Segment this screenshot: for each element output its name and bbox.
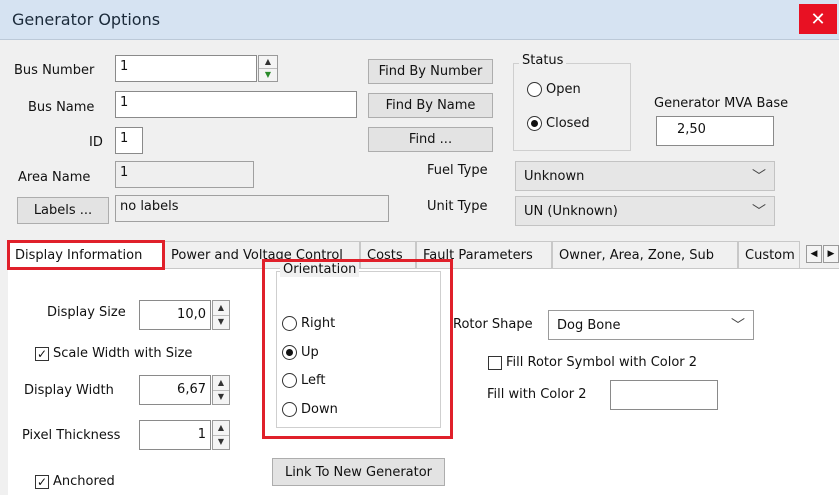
find-by-name-button[interactable]: Find By Name bbox=[368, 93, 493, 118]
tab-owner-area-zone-sub[interactable]: Owner, Area, Zone, Sub bbox=[552, 241, 738, 269]
display-size-field[interactable]: 10,0 bbox=[139, 300, 211, 330]
radio-left[interactable] bbox=[282, 373, 297, 388]
fuel-type-label: Fuel Type bbox=[427, 163, 488, 178]
id-label: ID bbox=[89, 135, 103, 150]
fill-rotor-checkbox[interactable] bbox=[488, 355, 502, 370]
anchored-checkbox[interactable]: ✓ bbox=[35, 474, 49, 489]
orientation-up-option[interactable]: Up bbox=[282, 345, 319, 360]
pixel-thickness-stepper[interactable]: ▲ ▼ bbox=[212, 420, 230, 450]
arrow-up-icon[interactable]: ▲ bbox=[213, 301, 229, 315]
arrow-down-icon[interactable]: ▼ bbox=[213, 314, 229, 330]
radio-up[interactable] bbox=[282, 345, 297, 360]
unit-type-value: UN (Unknown) bbox=[524, 203, 618, 219]
scale-width-checkbox[interactable]: ✓ bbox=[35, 346, 49, 361]
tab-scroll-right-icon[interactable]: ▶ bbox=[823, 245, 839, 263]
chevron-down-icon: ﹀ bbox=[752, 169, 766, 185]
fuel-type-value: Unknown bbox=[524, 168, 585, 184]
fill-color2-swatch[interactable] bbox=[610, 380, 718, 410]
arrow-down-icon[interactable]: ▼ bbox=[213, 434, 229, 450]
tab-scroll-left-icon[interactable]: ◀ bbox=[806, 245, 822, 263]
chevron-down-icon: ﹀ bbox=[752, 204, 766, 220]
unit-type-label: Unit Type bbox=[427, 199, 488, 214]
display-width-label: Display Width bbox=[24, 383, 114, 398]
link-new-generator-button[interactable]: Link To New Generator bbox=[272, 458, 445, 486]
arrow-up-icon[interactable]: ▲ bbox=[213, 421, 229, 435]
id-field[interactable]: 1 bbox=[115, 127, 143, 154]
status-caption: Status bbox=[519, 53, 567, 68]
orientation-down-label: Down bbox=[301, 402, 338, 417]
area-name-field: 1 bbox=[115, 161, 254, 188]
radio-down[interactable] bbox=[282, 402, 297, 417]
find-button[interactable]: Find ... bbox=[368, 127, 493, 152]
display-width-stepper[interactable]: ▲ ▼ bbox=[212, 375, 230, 405]
scale-width-option[interactable]: ✓ Scale Width with Size bbox=[35, 346, 192, 361]
labels-button[interactable]: Labels ... bbox=[17, 197, 109, 224]
window-title: Generator Options bbox=[12, 10, 161, 29]
display-size-stepper[interactable]: ▲ ▼ bbox=[212, 300, 230, 330]
arrow-down-icon[interactable]: ▼ bbox=[259, 68, 277, 81]
bus-number-label: Bus Number bbox=[14, 63, 95, 78]
pixel-thickness-label: Pixel Thickness bbox=[22, 428, 121, 443]
radio-right[interactable] bbox=[282, 316, 297, 331]
arrow-down-icon[interactable]: ▼ bbox=[213, 389, 229, 405]
bus-name-label: Bus Name bbox=[28, 100, 95, 115]
unit-type-select[interactable]: UN (Unknown) ﹀ bbox=[515, 196, 775, 226]
rotor-shape-value: Dog Bone bbox=[557, 317, 621, 333]
orientation-caption: Orientation bbox=[280, 262, 360, 277]
scale-width-label: Scale Width with Size bbox=[53, 346, 193, 361]
fuel-type-select[interactable]: Unknown ﹀ bbox=[515, 161, 775, 191]
tab-display-information[interactable]: Display Information bbox=[7, 240, 165, 270]
anchored-option[interactable]: ✓ Anchored bbox=[35, 474, 115, 489]
fill-rotor-label: Fill Rotor Symbol with Color 2 bbox=[506, 355, 698, 370]
orientation-right-label: Right bbox=[301, 316, 336, 331]
arrow-up-icon[interactable]: ▲ bbox=[213, 376, 229, 390]
arrow-up-icon[interactable]: ▲ bbox=[259, 56, 277, 68]
bus-name-field[interactable]: 1 bbox=[115, 91, 357, 118]
chevron-down-icon: ﹀ bbox=[731, 318, 745, 334]
status-closed-option[interactable]: Closed bbox=[527, 116, 590, 131]
display-width-field[interactable]: 6,67 bbox=[139, 375, 211, 405]
mva-field[interactable]: 2,50 bbox=[656, 116, 774, 146]
status-closed-label: Closed bbox=[546, 116, 590, 131]
labels-value-field: no labels bbox=[115, 195, 389, 222]
orientation-down-option[interactable]: Down bbox=[282, 402, 338, 417]
radio-closed[interactable] bbox=[527, 116, 542, 131]
close-button[interactable]: ✕ bbox=[799, 4, 837, 34]
status-open-option[interactable]: Open bbox=[527, 82, 581, 97]
status-group bbox=[513, 63, 631, 151]
tab-custom[interactable]: Custom bbox=[738, 241, 800, 269]
fill-rotor-option[interactable]: Fill Rotor Symbol with Color 2 bbox=[488, 355, 697, 370]
mva-label: Generator MVA Base bbox=[654, 96, 789, 111]
status-open-label: Open bbox=[546, 82, 581, 97]
find-by-number-button[interactable]: Find By Number bbox=[368, 59, 493, 84]
rotor-shape-select[interactable]: Dog Bone ﹀ bbox=[548, 310, 754, 340]
area-name-label: Area Name bbox=[18, 170, 91, 185]
orientation-left-option[interactable]: Left bbox=[282, 373, 325, 388]
close-icon: ✕ bbox=[810, 8, 826, 30]
orientation-up-label: Up bbox=[301, 345, 319, 360]
orientation-right-option[interactable]: Right bbox=[282, 316, 335, 331]
orientation-left-label: Left bbox=[301, 373, 326, 388]
pixel-thickness-field[interactable]: 1 bbox=[139, 420, 211, 450]
bus-number-stepper[interactable]: ▲ ▼ bbox=[258, 55, 278, 82]
bus-number-field[interactable]: 1 bbox=[115, 55, 257, 82]
radio-open[interactable] bbox=[527, 82, 542, 97]
rotor-shape-label: Rotor Shape bbox=[453, 317, 533, 332]
anchored-label: Anchored bbox=[53, 474, 115, 489]
fill-color2-label: Fill with Color 2 bbox=[487, 387, 587, 402]
display-size-label: Display Size bbox=[47, 305, 126, 320]
